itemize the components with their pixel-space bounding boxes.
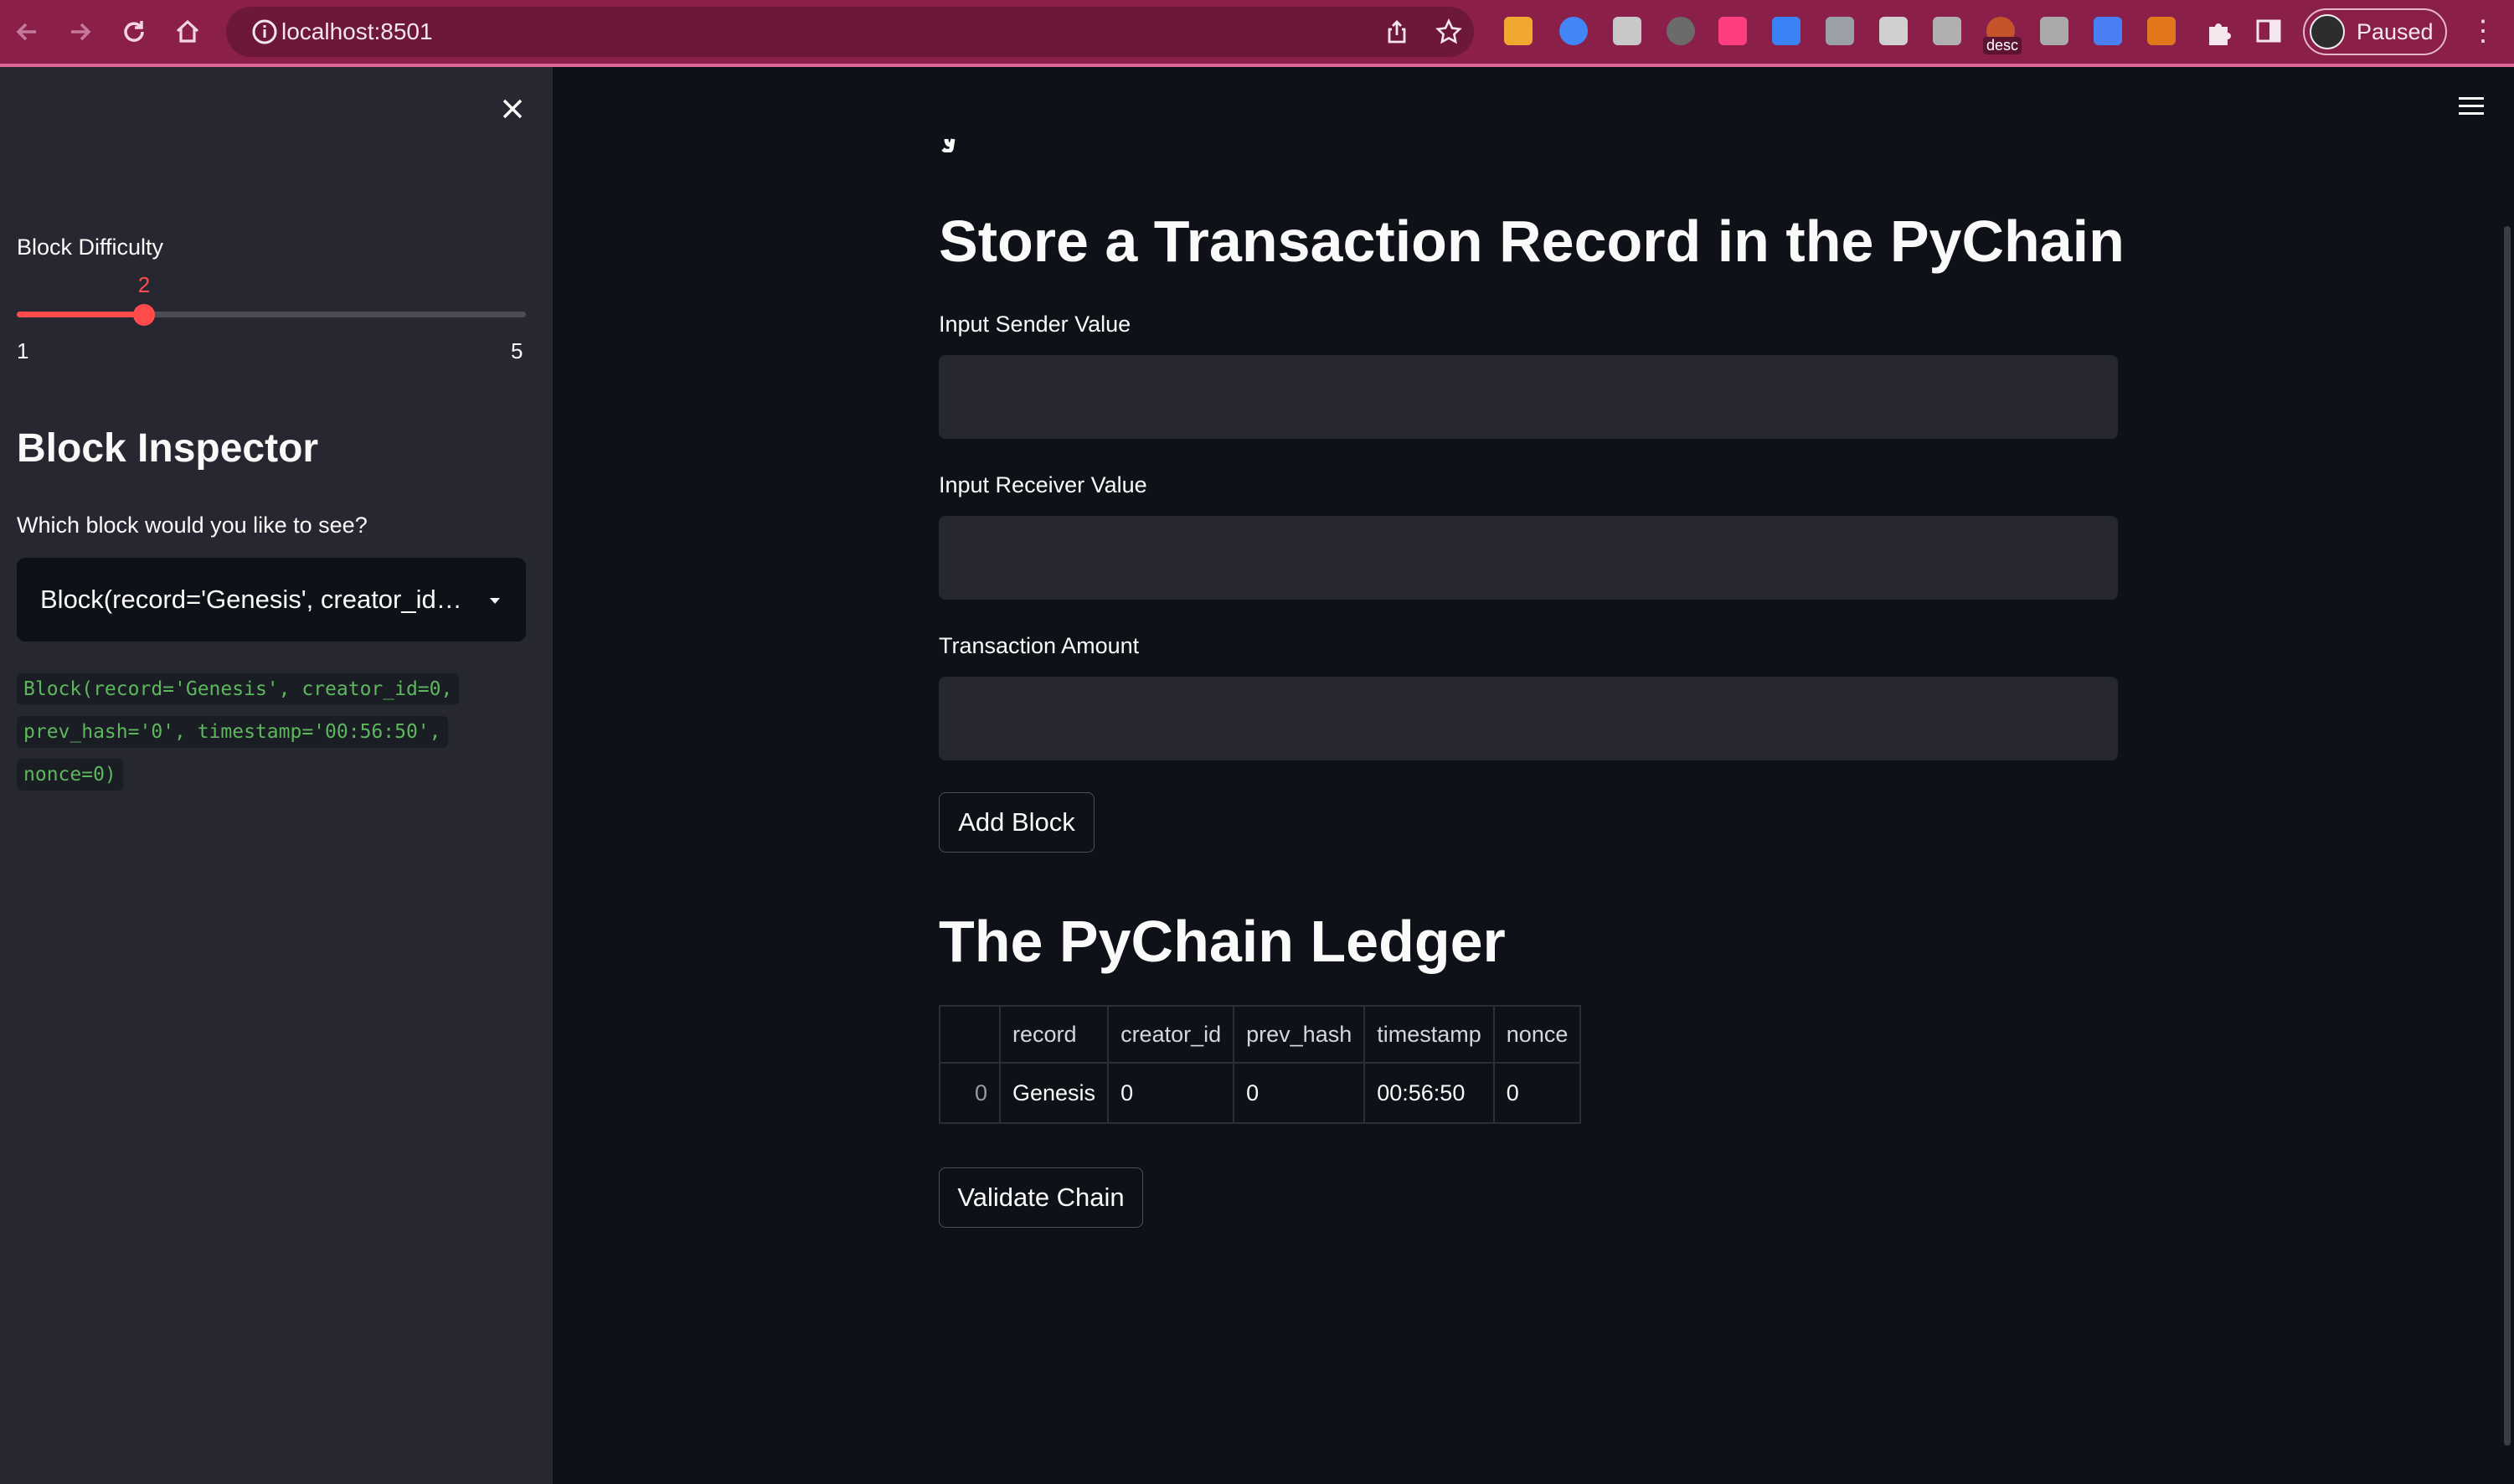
column-header-nonce[interactable]: nonce (1492, 1005, 1582, 1064)
site-info-icon[interactable] (250, 17, 280, 47)
avatar (2310, 14, 2345, 49)
sidebar: Block Difficulty 2 1 5 Block Inspector W… (0, 67, 553, 1484)
table-header-row: record creator_id prev_hash timestamp no… (939, 1005, 1582, 1064)
validate-chain-button[interactable]: Validate Chain (939, 1167, 1143, 1228)
difficulty-label: Block Difficulty (17, 234, 164, 260)
extension-hubspot-icon[interactable] (2040, 17, 2068, 45)
bookmark-star-icon[interactable] (1435, 18, 1462, 45)
url-text: localhost:8501 (281, 18, 433, 44)
block-code-output: Block(record='Genesis', creator_id=0, pr… (17, 668, 519, 796)
block-select-value: Block(record='Genesis', creator_id=0, pr… (40, 585, 476, 614)
slider-current-value: 2 (137, 272, 151, 297)
profile-button[interactable]: Paused (2303, 8, 2447, 55)
hamburger-menu-icon[interactable] (2455, 92, 2487, 121)
amount-label: Transaction Amount (939, 633, 1140, 658)
ledger-heading: The PyChain Ledger (939, 909, 1506, 974)
receiver-label: Input Receiver Value (939, 472, 1147, 497)
table-row: 0 Genesis 0 0 00:56:50 0 (939, 1062, 1582, 1124)
column-header-index (939, 1005, 1001, 1064)
store-transaction-heading: Store a Transaction Record in the PyChai… (939, 209, 2125, 274)
column-header-timestamp[interactable]: timestamp (1363, 1005, 1495, 1064)
cell-creator-id: 0 (1107, 1062, 1235, 1124)
close-icon[interactable] (496, 92, 529, 126)
column-header-record[interactable]: record (998, 1005, 1110, 1064)
caret-down-icon (490, 598, 500, 604)
extension-brush-icon[interactable] (1933, 17, 1961, 45)
cell-nonce: 0 (1492, 1062, 1582, 1124)
scrollbar[interactable] (2504, 226, 2511, 1445)
sender-input[interactable] (939, 355, 2118, 439)
extension-blue-icon[interactable] (1772, 17, 1800, 45)
slider-thumb[interactable] (133, 304, 155, 326)
side-panel-icon[interactable] (2254, 17, 2283, 45)
browser-toolbar: localhost:8501 desc Paused ⋮ (0, 0, 2514, 64)
column-header-prev-hash[interactable]: prev_hash (1233, 1005, 1366, 1064)
extension-badge: desc (1983, 37, 2022, 54)
block-select[interactable]: Block(record='Genesis', creator_id=0, pr… (17, 558, 526, 642)
extension-ring-icon[interactable] (1559, 17, 1588, 45)
reload-icon[interactable] (114, 12, 154, 52)
extension-b-icon[interactable] (2094, 17, 2122, 45)
cell-timestamp: 00:56:50 (1363, 1062, 1495, 1124)
cell-record: Genesis (998, 1062, 1110, 1124)
share-icon[interactable] (1383, 18, 1410, 45)
profile-status: Paused (2357, 19, 2434, 44)
cell-prev-hash: 0 (1233, 1062, 1366, 1124)
receiver-input[interactable] (939, 516, 2118, 600)
amount-input[interactable] (939, 677, 2118, 760)
extension-m-icon[interactable] (1613, 17, 1641, 45)
extensions-puzzle-icon[interactable] (2202, 15, 2236, 49)
difficulty-slider[interactable] (17, 304, 526, 326)
main-content: Store a Transaction Record in the PyChai… (553, 67, 2514, 1484)
home-icon[interactable] (167, 12, 208, 52)
slider-min-label: 1 (17, 338, 29, 363)
extension-pink-icon[interactable] (1718, 17, 1747, 45)
column-header-creator-id[interactable]: creator_id (1107, 1005, 1235, 1064)
sender-label: Input Sender Value (939, 312, 1131, 337)
add-block-button[interactable]: Add Block (939, 792, 1095, 853)
back-arrow-icon[interactable] (7, 12, 47, 52)
extension-sq-icon[interactable] (1504, 17, 1533, 45)
row-index: 0 (939, 1062, 1001, 1124)
extension-code-icon[interactable] (1826, 17, 1854, 45)
block-code-text: Block(record='Genesis', creator_id=0, pr… (17, 673, 460, 791)
address-bar[interactable]: localhost:8501 (226, 7, 1474, 57)
forward-arrow-icon[interactable] (60, 12, 100, 52)
extension-fox-icon[interactable] (2147, 17, 2176, 45)
block-inspector-title: Block Inspector (17, 426, 319, 471)
slider-max-label: 5 (511, 338, 523, 363)
ledger-table: record creator_id prev_hash timestamp no… (939, 1005, 1582, 1124)
clipped-heading-fragment (941, 138, 956, 152)
block-select-label: Which block would you like to see? (17, 513, 368, 538)
extension-grey-icon[interactable] (1879, 17, 1908, 45)
slider-fill (17, 312, 144, 317)
extension-k-icon[interactable] (1667, 17, 1695, 45)
more-menu-icon[interactable]: ⋮ (2469, 12, 2497, 52)
